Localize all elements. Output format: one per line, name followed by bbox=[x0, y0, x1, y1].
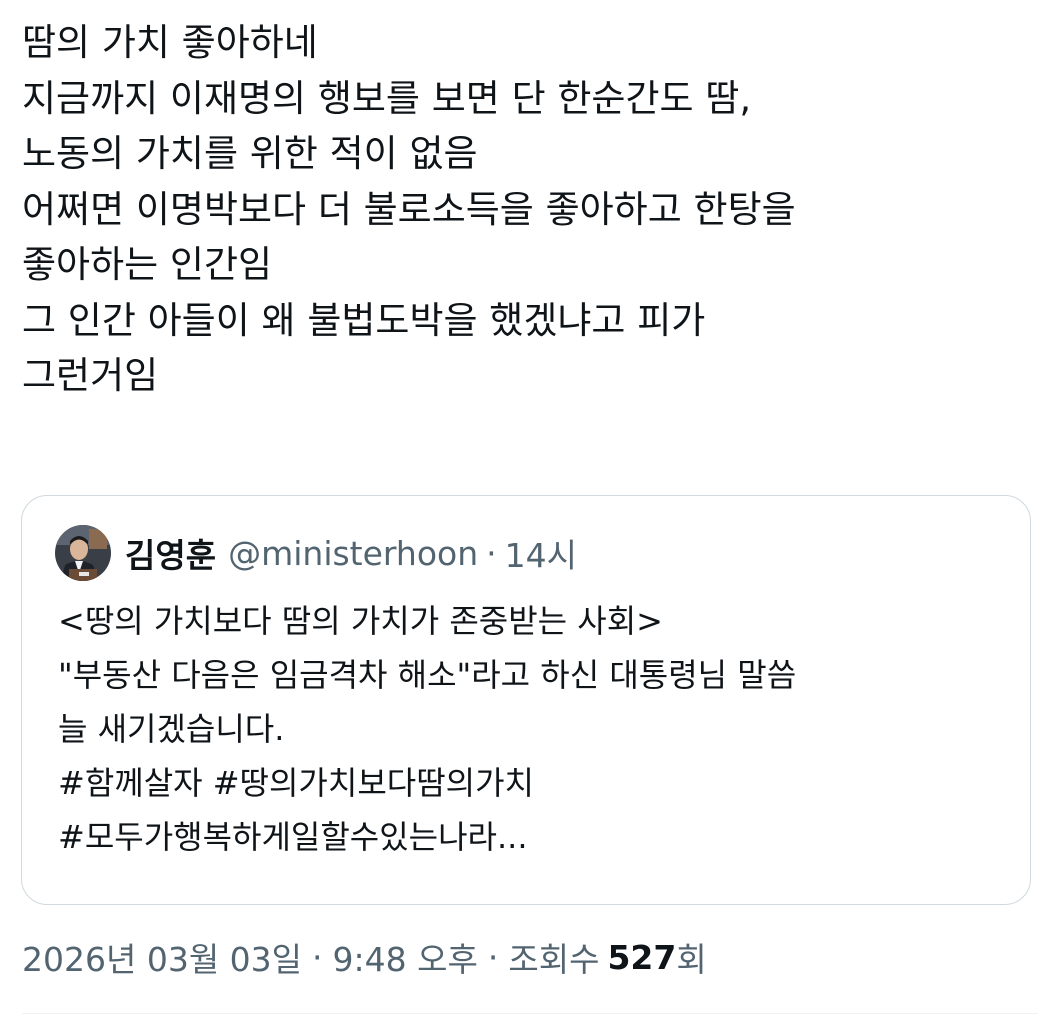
quoted-tweet-time[interactable]: 14시 bbox=[505, 529, 577, 577]
quoted-author-handle[interactable]: @ministerhoon bbox=[228, 534, 478, 573]
separator-dot: · bbox=[486, 533, 497, 573]
tweet-line: 그런거임 bbox=[22, 354, 159, 397]
views-label: 조회수 bbox=[508, 940, 600, 979]
avatar[interactable] bbox=[55, 525, 111, 581]
tweet-time[interactable]: 9:48 오후 bbox=[333, 933, 478, 981]
hashtag-line[interactable]: #모두가행복하게일할수있는나라... bbox=[58, 810, 1008, 864]
views-count: 527 bbox=[607, 937, 677, 977]
views-suffix: 회 bbox=[676, 940, 707, 979]
tweet-line: 어쩌면 이명박보다 더 불로소득을 좋아하고 한탕을 bbox=[22, 187, 796, 231]
quoted-tweet-text: <땅의 가치보다 땀의 가치가 존중받는 사회> "부동산 다음은 임금격차 해… bbox=[58, 594, 1008, 864]
tweet-line: 노동의 가치를 위한 적이 없음 bbox=[22, 132, 478, 175]
quoted-tweet-line: <땅의 가치보다 땀의 가치가 존중받는 사회> bbox=[58, 602, 663, 640]
tweet-line: 지금까지 이재명의 행보를 보면 단 한순간도 땀, bbox=[22, 76, 752, 120]
separator-dot: · bbox=[487, 937, 499, 977]
avatar-image bbox=[55, 525, 111, 581]
tweet-text: 땀의 가치 좋아하네 지금까지 이재명의 행보를 보면 단 한순간도 땀, 노동… bbox=[22, 15, 1042, 404]
quoted-author-name[interactable]: 김영훈 bbox=[125, 529, 216, 577]
tweet-line: 땀의 가치 좋아하네 bbox=[22, 21, 318, 64]
tweet-line: 좋아하는 인간임 bbox=[22, 243, 273, 286]
quoted-tweet-line: "부동산 다음은 임금격차 해소"라고 하신 대통령님 말씀 bbox=[58, 656, 797, 694]
tweet-date[interactable]: 2026년 03월 03일 bbox=[22, 933, 302, 981]
tweet-line: 그 인간 아들이 왜 불법도박을 했겠냐고 피가 bbox=[22, 298, 706, 342]
quoted-tweet-line: 늘 새기겠습니다. bbox=[58, 710, 285, 748]
quoted-tweet-card[interactable]: 김영훈 @ministerhoon · 14시 <땅의 가치보다 땀의 가치가 … bbox=[21, 495, 1031, 905]
separator-dot: · bbox=[312, 937, 323, 977]
divider bbox=[22, 1013, 1038, 1014]
quoted-tweet-header: 김영훈 @ministerhoon · 14시 bbox=[55, 524, 577, 582]
hashtag-line[interactable]: #함께살자 #땅의가치보다땀의가치 bbox=[58, 756, 1008, 810]
tweet-metadata: 2026년 03월 03일 · 9:48 오후 · 조회수 527 회 bbox=[22, 930, 707, 984]
